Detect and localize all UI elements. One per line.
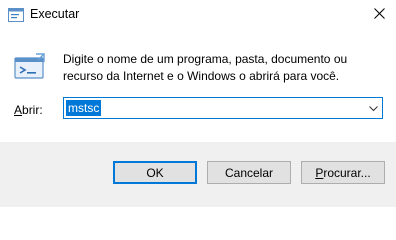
open-label-accel: A [14,103,23,117]
open-combobox[interactable]: mstsc [63,97,383,119]
browse-button[interactable]: Procurar... [301,161,385,184]
run-icon [14,52,46,84]
browse-button-rest: rocurar... [323,165,371,180]
description-text: Digite o nome de um programa, pasta, doc… [63,52,348,83]
browse-button-accel: P [315,165,324,180]
close-button[interactable] [362,0,396,30]
dropdown-button[interactable] [364,98,382,118]
title-bar[interactable]: Executar [0,0,396,30]
run-dialog: Executar Digite o nome de um programa, p… [0,0,396,207]
ok-button[interactable]: OK [113,161,197,184]
cancel-button[interactable]: Cancelar [207,161,291,184]
open-input[interactable]: mstsc [66,100,102,116]
open-label: Abrir: [14,103,43,117]
close-icon [373,8,385,22]
window-title: Executar [30,7,80,21]
open-label-rest: brir: [22,103,43,117]
chevron-down-icon [368,101,378,115]
run-dialog-icon [8,8,24,22]
